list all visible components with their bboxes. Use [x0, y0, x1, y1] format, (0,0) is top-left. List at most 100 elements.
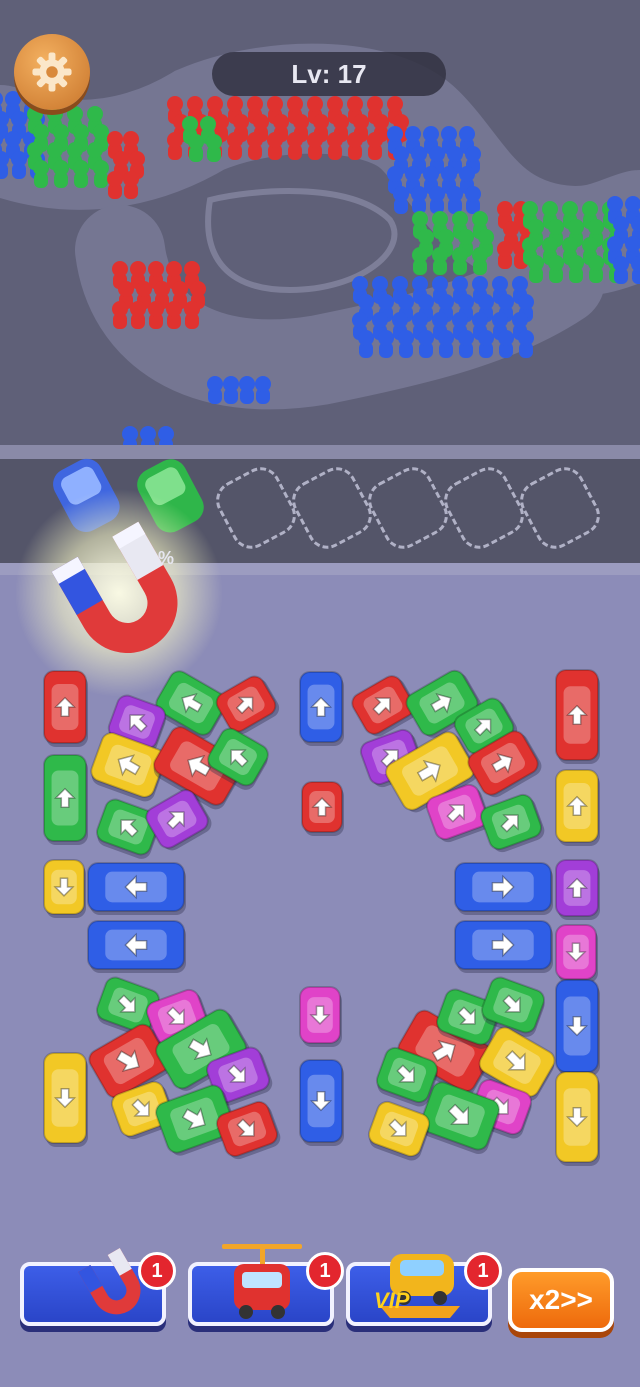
stickman-head	[528, 255, 544, 271]
stickman-head	[613, 216, 629, 232]
stickman-head	[93, 160, 109, 176]
stickman-head	[378, 294, 394, 310]
stickman-head	[562, 201, 578, 217]
speed-x2-button[interactable]: x2>>	[508, 1268, 614, 1332]
parked-car-red[interactable]	[43, 670, 88, 747]
parked-car-yellow[interactable]	[555, 769, 600, 846]
stickman-head	[512, 312, 528, 328]
stickman-head	[184, 261, 200, 277]
stickman-head	[239, 376, 255, 392]
parked-car-pink[interactable]	[299, 986, 342, 1047]
stickman-head	[398, 330, 414, 346]
stickman-head	[452, 312, 468, 328]
stickman-head	[472, 247, 488, 263]
stickman-head	[167, 132, 183, 148]
stickman-head	[465, 146, 481, 162]
parked-car-blue[interactable]	[454, 920, 553, 973]
stickman-head	[459, 126, 475, 142]
stickman-head	[107, 131, 123, 147]
stickman-head	[347, 132, 363, 148]
stickman-head	[182, 116, 198, 132]
parked-car-red[interactable]	[555, 669, 600, 764]
parked-car-yellow[interactable]	[43, 859, 86, 918]
stickman-head	[167, 96, 183, 112]
vip-count-badge: 1	[464, 1252, 502, 1290]
settings-button[interactable]	[14, 34, 90, 110]
stickman-head	[441, 126, 457, 142]
stickman-head	[93, 124, 109, 140]
stickman-head	[307, 96, 323, 112]
parked-car-blue[interactable]	[299, 1059, 344, 1146]
stickman-head	[207, 376, 223, 392]
parked-car-red[interactable]	[301, 781, 344, 836]
stickman-head	[53, 160, 69, 176]
stickman-head	[373, 114, 389, 130]
stickman-head	[187, 96, 203, 112]
stickman-head	[497, 241, 513, 257]
stickman-head	[130, 301, 146, 317]
stickman-head	[372, 312, 388, 328]
stickman-head	[438, 229, 454, 245]
stickman-head	[184, 301, 200, 317]
stickman-head	[492, 312, 508, 328]
parked-car-blue[interactable]	[87, 920, 186, 973]
stickman-head	[607, 236, 623, 252]
stickman-head	[73, 124, 89, 140]
stickman-head	[358, 330, 374, 346]
stickman-head	[378, 330, 394, 346]
stickman-head	[347, 96, 363, 112]
stickman-head	[498, 330, 514, 346]
stickman-head	[5, 131, 21, 147]
stickman-head	[542, 201, 558, 217]
stickman-head	[352, 312, 368, 328]
stickman-head	[233, 114, 249, 130]
stickman-head	[459, 166, 475, 182]
stickman-head	[432, 247, 448, 263]
stickman-head	[307, 132, 323, 148]
stickman-head	[472, 211, 488, 227]
stickman-head	[522, 201, 538, 217]
parked-car-yellow[interactable]	[365, 1099, 434, 1163]
stickman-head	[207, 96, 223, 112]
parked-car-purple[interactable]	[555, 859, 600, 920]
stickman-head	[367, 96, 383, 112]
stickman-head	[5, 91, 21, 107]
stickman-head	[112, 261, 128, 277]
stickman-head	[267, 132, 283, 148]
stickman-head	[227, 132, 243, 148]
magnet-booster-button[interactable]: 1	[20, 1248, 176, 1326]
stickman-head	[154, 281, 170, 297]
parked-car-green[interactable]	[43, 754, 88, 845]
level-indicator: Lv: 17	[212, 52, 446, 96]
parked-car-yellow[interactable]	[555, 1071, 600, 1166]
helicopter-count-badge: 1	[306, 1252, 344, 1290]
stickman-head	[472, 312, 488, 328]
stickman-head	[47, 142, 63, 158]
parked-car-red[interactable]	[213, 672, 283, 739]
stickman-head	[518, 294, 534, 310]
parked-car-pink[interactable]	[555, 924, 598, 983]
parked-car-green[interactable]	[478, 791, 547, 855]
car-board	[43, 669, 600, 1166]
parked-car-blue[interactable]	[454, 862, 553, 915]
stickman-head	[548, 255, 564, 271]
stickman-head	[255, 376, 271, 392]
gear-icon	[32, 52, 72, 92]
parked-car-blue[interactable]	[299, 671, 344, 746]
progress-percent: %	[158, 548, 175, 568]
stickman-head	[67, 106, 83, 122]
helicopter-booster-button[interactable]: 1	[188, 1244, 344, 1326]
stickman-head	[423, 126, 439, 142]
parked-car-blue[interactable]	[87, 862, 186, 915]
stickman-head	[542, 237, 558, 253]
vip-booster-button[interactable]: VIP 1	[346, 1252, 502, 1326]
stickman-head	[613, 256, 629, 272]
parked-car-yellow[interactable]	[43, 1052, 88, 1147]
parked-car-blue[interactable]	[555, 979, 600, 1076]
stickman-head	[478, 330, 494, 346]
stickman-head	[432, 312, 448, 328]
stickman-head	[123, 131, 139, 147]
stickman-head	[465, 186, 481, 202]
stickman-head	[112, 301, 128, 317]
stickman-head	[472, 276, 488, 292]
